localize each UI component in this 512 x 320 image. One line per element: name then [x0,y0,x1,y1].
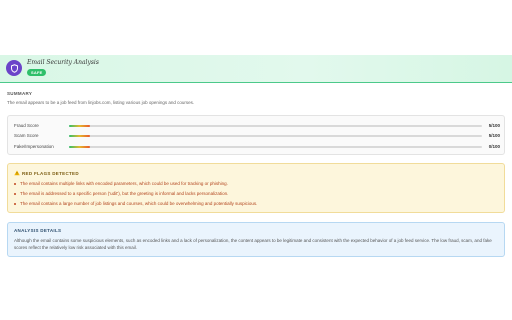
red-flag-item: The email contains multiple links with e… [14,181,228,186]
score-bar-track [69,125,482,127]
red-flag-item: The email is addressed to a specific per… [13,191,229,196]
status-badge: SAFE [27,69,47,76]
impersonation-score-row: Fake/Impersonation 0/100 [14,144,500,150]
analysis-details-heading: ANALYSIS DETAILS [14,228,62,233]
score-label: Scam Score [14,133,39,138]
score-value: 5/100 [488,133,500,138]
score-value: 5/100 [488,123,500,128]
score-panel: Fraud Score 5/100 Scam Score 5/100 Fake/… [7,115,505,155]
red-flags-title: RED FLAGS DETECTED [22,170,79,176]
summary-heading: SUMMARY [7,91,33,96]
shield-icon [6,60,22,76]
analysis-details-text: Although the email contains some suspici… [14,238,492,250]
red-flag-item: The email contains a large number of job… [13,201,258,206]
analysis-header: Email Security Analysis SAFE [0,55,512,83]
red-flags-heading: RED FLAGS DETECTED [14,170,79,176]
score-bar-track [69,146,482,148]
page-title: Email Security Analysis [27,59,99,66]
summary-text: The email appears to be a job feed from … [7,100,195,105]
scam-score-bar [69,135,90,137]
impersonation-score-bar [69,146,90,148]
fraud-score-row: Fraud Score 5/100 [14,123,500,129]
score-label: Fraud Score [14,123,39,128]
scam-score-row: Scam Score 5/100 [14,133,500,139]
score-value: 0/100 [488,144,500,149]
fraud-score-bar [69,125,90,127]
warning-icon [14,170,20,176]
analysis-details-panel: ANALYSIS DETAILS Although the email cont… [7,222,505,257]
red-flags-panel: RED FLAGS DETECTED The email contains mu… [7,163,505,213]
score-label: Fake/Impersonation [14,144,54,149]
score-bar-track [69,135,482,137]
